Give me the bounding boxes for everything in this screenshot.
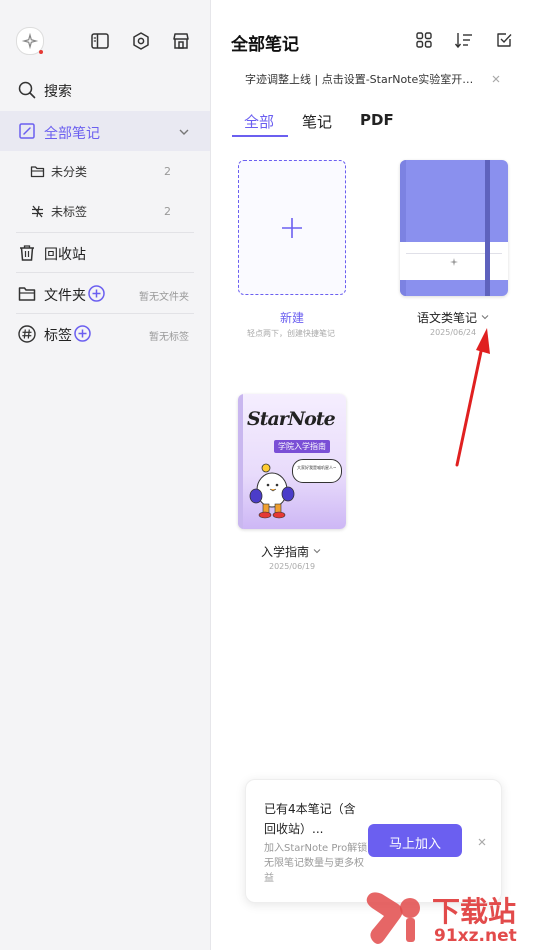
notebook-card[interactable] bbox=[400, 160, 508, 296]
new-note-card[interactable] bbox=[238, 160, 346, 295]
notebook-date: 2025/06/19 bbox=[269, 562, 316, 571]
notebook-card[interactable]: StarNote 学院入学指南 大家好我是喵叽星人~ bbox=[238, 394, 346, 529]
cover-title: StarNote bbox=[247, 408, 336, 430]
sidebar-item-all-notes[interactable]: 全部笔记 bbox=[0, 111, 210, 151]
plus-icon bbox=[282, 218, 302, 238]
divider bbox=[16, 272, 194, 273]
item-count: 2 bbox=[164, 165, 171, 178]
join-now-button[interactable]: 马上加入 bbox=[368, 824, 462, 857]
cover-subtitle: 学院入学指南 bbox=[274, 440, 330, 453]
add-tag-icon[interactable] bbox=[74, 325, 91, 342]
sidebar-item-label: 搜索 bbox=[44, 84, 72, 100]
sidebar-item-folders[interactable]: 文件夹 暂无文件夹 bbox=[0, 279, 210, 309]
grid-view-icon[interactable] bbox=[415, 31, 433, 49]
site-watermark: 下载站 91xz.net bbox=[362, 888, 534, 950]
sidebar-item-trash[interactable]: 回收站 bbox=[0, 239, 210, 269]
new-note-label: 新建 bbox=[280, 311, 305, 325]
empty-hint: 暂无标签 bbox=[149, 332, 189, 343]
sidebar-item-label: 未标签 bbox=[51, 205, 88, 219]
bubble-text: 大家好我是喵叽星人~ bbox=[297, 465, 337, 470]
watermark-text-bottom: 91xz.net bbox=[434, 926, 517, 946]
sidebar-item-label: 未分类 bbox=[51, 165, 88, 179]
sidebar-item-tags[interactable]: 标签 暂无标签 bbox=[0, 320, 210, 350]
folder-question-icon bbox=[30, 166, 45, 178]
new-note-hint: 轻点两下，创建快捷笔记 bbox=[247, 329, 335, 338]
sidebar-item-label: 回收站 bbox=[44, 247, 86, 263]
upgrade-promo-card: 已有4本笔记（含回收站）... 加入StarNote Pro解锁无限笔记数量与更… bbox=[245, 779, 502, 903]
page-title: 全部笔记 bbox=[231, 35, 299, 55]
sidebar-item-uncategorized[interactable]: 未分类 2 bbox=[0, 158, 210, 186]
notebook-label bbox=[400, 242, 508, 280]
banner-text: 字迹调整上线 | 点击设置-StarNote实验室开… bbox=[245, 73, 474, 86]
sidebar-item-label: 文件夹 bbox=[44, 288, 86, 304]
chevron-down-icon[interactable] bbox=[312, 546, 322, 556]
join-now-button-label: 马上加入 bbox=[388, 837, 441, 852]
promo-description: 加入StarNote Pro解锁无限笔记数量与更多权益 bbox=[264, 843, 368, 884]
app-logo[interactable] bbox=[16, 27, 44, 55]
sidebar-item-label: 标签 bbox=[44, 328, 72, 344]
trash-icon bbox=[20, 245, 34, 261]
close-icon[interactable] bbox=[476, 836, 488, 848]
sparkle-icon bbox=[450, 258, 458, 266]
notebook-name[interactable]: 入学指南 bbox=[261, 543, 309, 560]
sidebar-item-search[interactable]: 搜索 bbox=[0, 76, 210, 106]
hashtag-icon bbox=[18, 325, 36, 343]
sidebar-toggle-icon[interactable] bbox=[90, 31, 110, 51]
add-folder-icon[interactable] bbox=[88, 285, 105, 302]
sidebar: 搜索 全部笔记 未分类 2 未标签 2 回收站 文件夹 暂无文件夹 标签 暂无标… bbox=[0, 0, 211, 950]
notebook-edit-icon bbox=[19, 123, 35, 139]
tag-off-icon bbox=[32, 205, 43, 218]
watermark-text-top: 下载站 bbox=[432, 895, 517, 928]
divider bbox=[16, 232, 194, 233]
annotation-arrow bbox=[455, 328, 490, 467]
watermark-logo-icon bbox=[366, 892, 420, 944]
settings-icon[interactable] bbox=[131, 31, 151, 51]
divider bbox=[16, 313, 194, 314]
sidebar-item-untagged[interactable]: 未标签 2 bbox=[0, 198, 210, 226]
tab-pdf[interactable]: PDF bbox=[360, 111, 394, 129]
empty-hint: 暂无文件夹 bbox=[139, 292, 189, 303]
store-icon[interactable] bbox=[171, 31, 191, 51]
announcement-banner[interactable]: 字迹调整上线 | 点击设置-StarNote实验室开… bbox=[231, 66, 525, 92]
promo-title: 已有4本笔记（含回收站）... bbox=[264, 802, 356, 836]
tab-all[interactable]: 全部 bbox=[244, 111, 274, 132]
mascot-illustration bbox=[249, 463, 295, 519]
sort-icon[interactable] bbox=[454, 31, 474, 49]
notification-dot bbox=[39, 50, 43, 54]
folder-icon bbox=[18, 287, 36, 301]
sidebar-item-label: 全部笔记 bbox=[44, 126, 100, 142]
tab-notes[interactable]: 笔记 bbox=[302, 111, 332, 132]
select-checkbox-icon[interactable] bbox=[495, 31, 513, 49]
active-tab-underline bbox=[232, 135, 288, 137]
item-count: 2 bbox=[164, 205, 171, 218]
notebook-spine bbox=[238, 394, 243, 529]
close-icon[interactable] bbox=[490, 73, 502, 85]
chevron-down-icon[interactable] bbox=[177, 125, 191, 139]
search-icon bbox=[18, 81, 36, 99]
